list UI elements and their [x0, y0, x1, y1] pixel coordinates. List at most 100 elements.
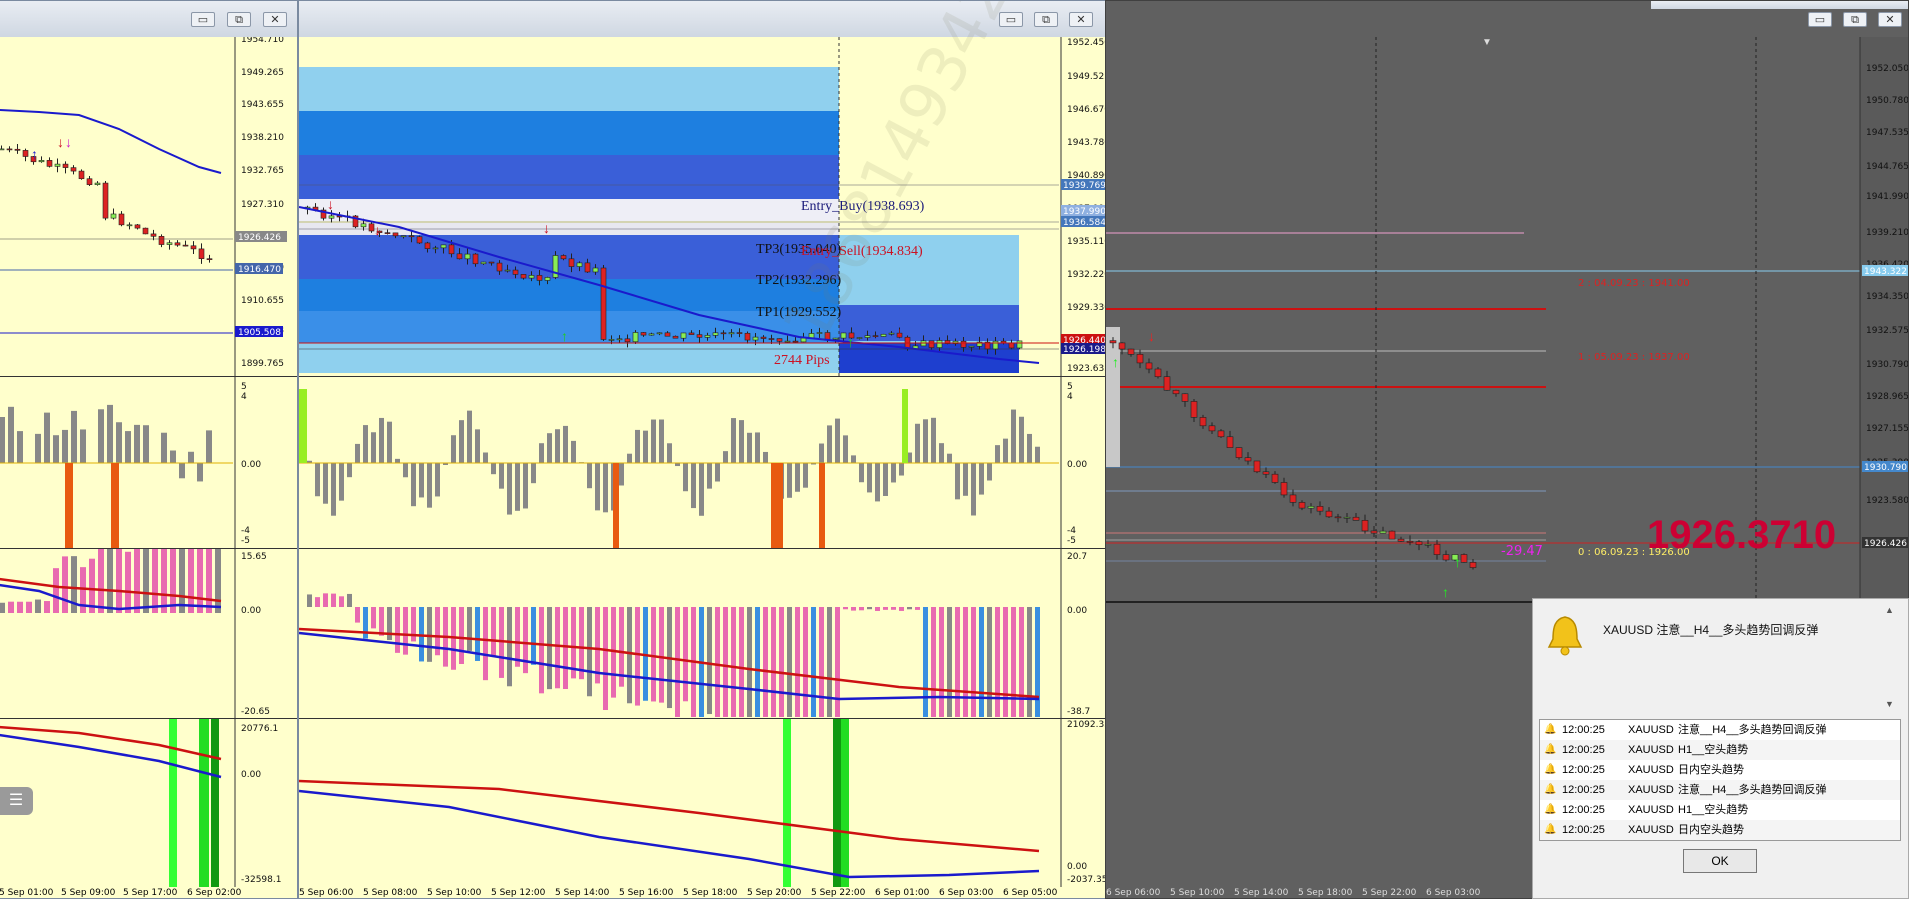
- middle-osc1-bar: [563, 425, 568, 463]
- middle-candle: [408, 235, 415, 238]
- left-candle: [198, 248, 205, 259]
- bell-icon: 🔔: [1544, 724, 1557, 735]
- middle-osc1-bar: [459, 420, 464, 463]
- left-osc2-bar: [143, 549, 149, 613]
- alert-row[interactable]: 🔔 12:00:25 XAUUSD 注意__H4__多头趋势回调反弹: [1540, 720, 1900, 740]
- left-osc1-pane[interactable]: 5 4 0.00 -4 -5: [0, 377, 297, 549]
- left-chart-window[interactable]: ▭ ⧉ ✕ ↓ ↓ ↑ 1954.710 1949.265 1943.655 1938.21…: [0, 0, 298, 899]
- middle-osc2-bar: [979, 607, 984, 717]
- middle-osc1-pane[interactable]: 5 4 0.00 -4 -5: [299, 377, 1106, 549]
- left-osc1-bar: [116, 422, 122, 463]
- middle-osc1-bar: [819, 443, 824, 463]
- alert-scrollbar-top[interactable]: ▲ ▼: [1883, 605, 1897, 709]
- middle-candle: [536, 275, 543, 281]
- middle-osc2-bar: [315, 597, 320, 607]
- middle-osc2-bar: [1035, 607, 1040, 717]
- close-button[interactable]: ✕: [1069, 12, 1093, 27]
- middle-osc2-bar: [379, 607, 384, 636]
- middle-osc2-pane[interactable]: 20.7 0.00 -38.7: [299, 549, 1106, 719]
- left-osc1-bar: [8, 406, 14, 463]
- middle-osc1-bar: [435, 463, 440, 497]
- down-arrow-icon: ↓: [65, 134, 72, 150]
- left-osc1-scale-label: -4: [241, 526, 250, 536]
- middle-osc1-bar: [739, 420, 744, 463]
- left-candle: [158, 236, 165, 245]
- menu-list-icon[interactable]: ☰: [0, 787, 33, 815]
- minimize-button[interactable]: ▭: [191, 12, 215, 27]
- left-osc1-bar: [161, 432, 167, 463]
- middle-osc2-bar: [467, 607, 472, 651]
- middle-osc1-bar: [587, 463, 592, 489]
- middle-osc2-bar: [763, 607, 768, 717]
- alert-row[interactable]: 🔔 12:00:25 XAUUSD 注意__H4__多头趋势回调反弹: [1540, 780, 1900, 800]
- alert-symbol: XAUUSD: [1628, 804, 1674, 816]
- middle-osc1-bar: [955, 463, 960, 500]
- left-osc1-chart: 54 0.00 -4-5: [0, 377, 261, 548]
- alert-row[interactable]: 🔔 12:00:25 XAUUSD 日内空头趋势: [1540, 760, 1900, 780]
- middle-candle: [416, 236, 423, 244]
- middle-candle: [640, 332, 647, 336]
- middle-osc2-bar: [955, 607, 960, 717]
- left-candle: [206, 258, 213, 260]
- middle-price-scale-label: 1935.110: [1067, 237, 1107, 247]
- left-window-titlebar[interactable]: ▭ ⧉ ✕: [0, 1, 297, 37]
- middle-osc1-bar: [851, 455, 856, 463]
- left-candle: [0, 148, 5, 151]
- alert-row[interactable]: 🔔 12:00:25 XAUUSD H1__空头趋势: [1540, 800, 1900, 820]
- middle-candle: [456, 253, 463, 260]
- middle-osc1-bar: [931, 417, 936, 463]
- middle-osc1-bar: [595, 463, 600, 511]
- left-osc2-bar: [17, 601, 23, 613]
- left-osc3-pane[interactable]: 20776.1 0.00 -32598.1 ☰: [0, 719, 297, 887]
- time-label: 5 Sep 01:00: [0, 888, 54, 898]
- middle-osc1-bar: [1003, 438, 1008, 463]
- middle-candle: [680, 332, 687, 339]
- middle-price-pane[interactable]: ↓ ↓ ↓ ↓ ↑ ↑ 1952.450 1949.525 1946.670 1943.780 19…: [299, 37, 1107, 377]
- middle-candle: [472, 253, 479, 265]
- alert-time: 12:00:25: [1562, 744, 1605, 756]
- right-price-pane[interactable]: ↓ ↑ ↑ ↑ 1952.050 1950.780 1947.535 1944.765 1941…: [1106, 37, 1909, 603]
- close-button[interactable]: ✕: [263, 12, 287, 27]
- middle-osc3-pane[interactable]: 21092.35 0.00 -2037.35: [299, 719, 1106, 887]
- alert-dialog[interactable]: XAUUSD 注意__H4__多头趋势回调反弹 ▲ ▼ 🔔 12:00:25 XAU…: [1532, 598, 1909, 899]
- middle-osc2-bar: [819, 607, 824, 717]
- middle-candle: [752, 336, 759, 341]
- left-osc2-pane[interactable]: 15.65 0.00 -20.65: [0, 549, 297, 719]
- middle-osc2-bar: [915, 607, 920, 610]
- left-osc3-red-line: [0, 725, 222, 761]
- middle-candle: [384, 232, 391, 234]
- middle-osc1-scale-label: -5: [1067, 536, 1076, 546]
- middle-candle: [688, 332, 695, 335]
- signal-band: [833, 719, 841, 887]
- middle-osc2-bar: [947, 607, 952, 717]
- restore-button[interactable]: ⧉: [1843, 12, 1867, 27]
- alert-time: 12:00:25: [1562, 784, 1605, 796]
- middle-candle: [608, 339, 615, 341]
- left-price-pane[interactable]: ↓ ↓ ↑ 1954.710 1949.265 1943.655 1938.210 1932.…: [0, 37, 297, 377]
- close-button[interactable]: ✕: [1878, 12, 1902, 27]
- middle-candle: [936, 340, 943, 348]
- ok-button[interactable]: OK: [1683, 849, 1757, 873]
- right-price-scale-label: 1934.350: [1866, 292, 1909, 302]
- alert-list[interactable]: 🔔 12:00:25 XAUUSD 注意__H4__多头趋势回调反弹 🔔 12:00:25…: [1539, 719, 1901, 841]
- alert-symbol: XAUUSD: [1628, 764, 1674, 776]
- restore-button[interactable]: ⧉: [227, 12, 251, 27]
- left-candle: [102, 182, 109, 219]
- left-price-chart: ↓ ↓ ↑ 1954.710 1949.265 1943.655 1938.210 1932.…: [0, 37, 287, 376]
- minimize-button[interactable]: ▭: [1808, 12, 1832, 27]
- middle-osc2-bar: [587, 607, 592, 697]
- middle-osc2-chart: 20.7 0.00 -38.7: [299, 549, 1090, 718]
- middle-candle: [784, 340, 791, 343]
- middle-candle: [768, 338, 775, 340]
- middle-chart-window[interactable]: ▭ ⧉ ✕ ↓ ↓ ↓ ↓ ↑ ↑ 1952.450 1949.525 1946.670 1943…: [298, 0, 1107, 899]
- alert-row[interactable]: 🔔 12:00:25 XAUUSD H1__空头趋势: [1540, 740, 1900, 760]
- right-window-titlebar[interactable]: ▭ ⧉ ✕: [1106, 1, 1908, 37]
- middle-osc2-bar: [675, 607, 680, 717]
- middle-osc3-scale-label: 0.00: [1067, 862, 1087, 872]
- restore-button[interactable]: ⧉: [1034, 12, 1058, 27]
- left-osc1-bar: [179, 463, 185, 479]
- left-osc1-bar: [80, 429, 86, 463]
- right-candle: [1253, 460, 1261, 473]
- right-price-scale-label: 1932.575: [1866, 326, 1909, 336]
- alert-row[interactable]: 🔔 12:00:25 XAUUSD 日内空头趋势: [1540, 820, 1900, 840]
